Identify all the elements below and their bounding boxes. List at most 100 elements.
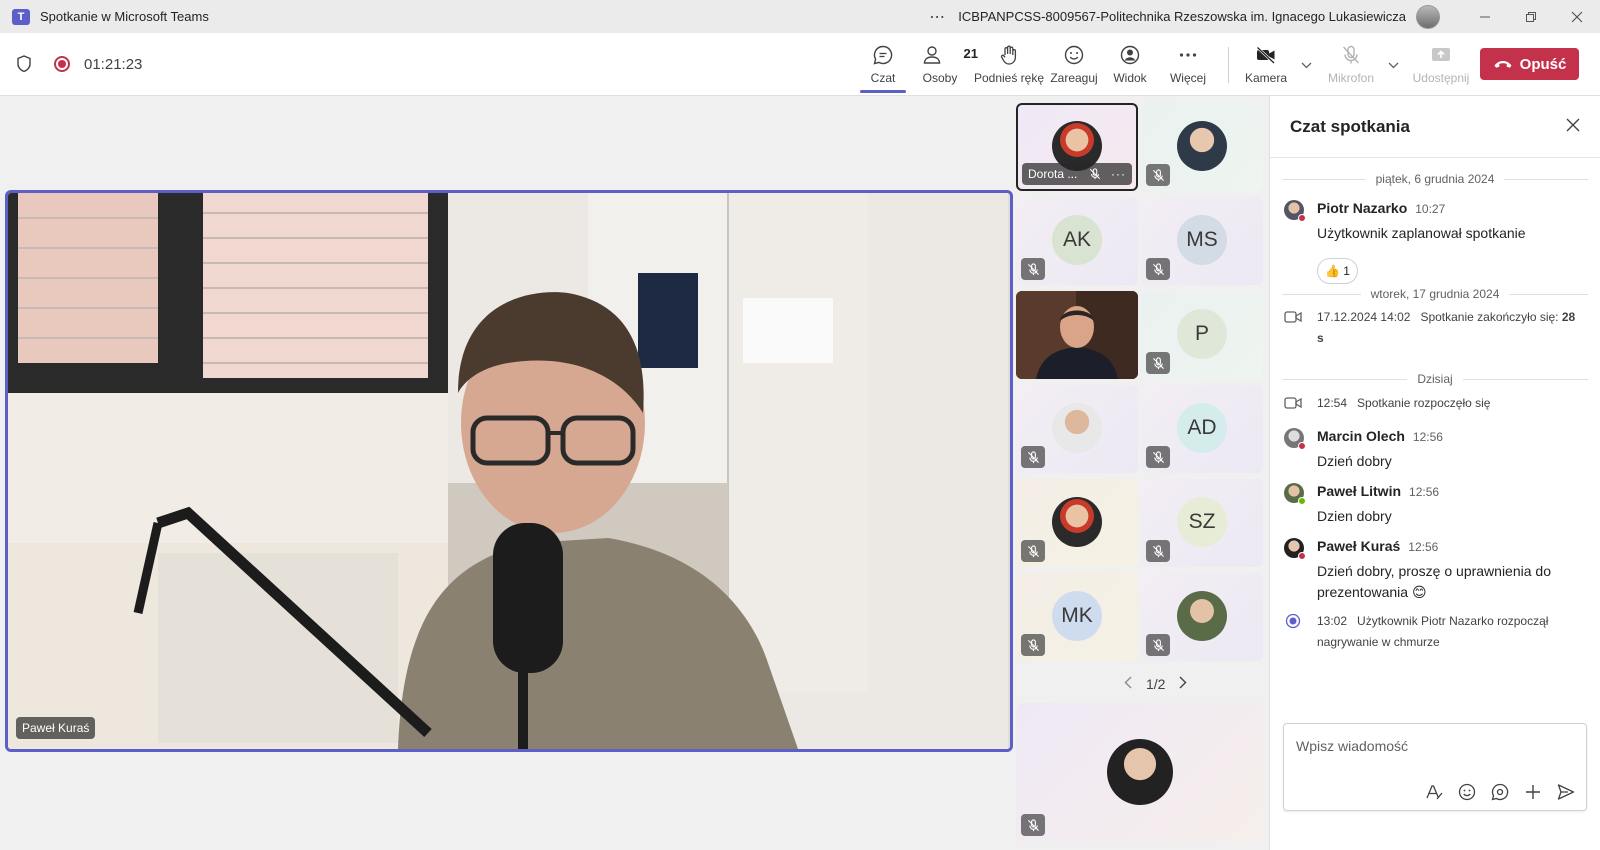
microphone-button[interactable]: Mikrofon [1322,33,1380,96]
more-button[interactable]: Więcej [1158,33,1218,96]
view-icon [1120,45,1140,65]
tile-more-icon[interactable]: ··· [1111,167,1126,181]
people-icon [923,46,941,64]
meeting-chat-panel: Czat spotkania piątek, 6 grudnia 2024 Pi… [1269,96,1600,850]
more-label: Więcej [1169,71,1206,85]
previous-page-icon[interactable] [1124,676,1132,692]
teams-logo-icon: T [12,8,30,25]
date-divider: Dzisiaj [1282,372,1588,386]
mic-off-badge [1021,634,1045,656]
close-window-button[interactable] [1554,0,1600,33]
raise-hand-button[interactable]: Podnieś rękę [972,33,1046,96]
participant-tile[interactable]: Dorota ... ··· [1016,103,1138,191]
chat-title: Czat spotkania [1290,116,1410,136]
recording-indicator-icon [54,56,70,72]
message-input[interactable]: Wpisz wiadomość [1296,738,1408,754]
mic-off-badge [1146,540,1170,562]
message-time: 12:56 [1412,430,1443,444]
participant-tile[interactable]: AK [1016,197,1138,285]
self-video-tile[interactable] [1016,703,1263,841]
mic-off-badge [1146,446,1170,468]
leave-button[interactable]: Opuść [1480,48,1579,80]
participant-tile[interactable] [1016,385,1138,473]
chat-icon [873,45,893,65]
chat-button[interactable]: Czat [858,33,908,96]
microphone-off-icon [1342,45,1360,64]
system-time: 13:02 [1317,614,1348,628]
participant-tile[interactable] [1141,573,1263,661]
message-time: 12:56 [1409,485,1440,499]
close-chat-button[interactable] [1566,115,1580,138]
mic-off-badge [1146,352,1170,374]
reaction-badge[interactable]: 👍 1 [1317,258,1358,284]
presence-available-icon [1298,497,1306,505]
participant-tile[interactable] [1141,103,1263,191]
microphone-options-chevron-icon[interactable] [1388,58,1399,72]
speaker-name-tag: Paweł Kuraś [16,717,96,739]
participant-tile[interactable]: MS [1141,197,1263,285]
leave-label: Opuść [1519,55,1567,73]
participant-initials: P [1177,309,1227,359]
mic-off-icon [1027,818,1039,831]
mic-off-badge [1021,814,1045,836]
user-avatar[interactable] [1416,4,1440,29]
minimize-button[interactable] [1462,0,1508,33]
participant-tile[interactable]: P [1141,291,1263,379]
camera-label: Kamera [1244,71,1288,85]
participant-avatar [1177,591,1227,641]
main-speaker-video[interactable]: Paweł Kuraś [5,190,1013,752]
minimize-icon [1480,16,1490,17]
shield-icon[interactable] [16,55,32,73]
camera-button[interactable]: Kamera [1239,33,1293,96]
participant-tile[interactable]: SZ [1141,479,1263,567]
share-label: Udostępnij [1412,71,1470,85]
message-text: Dzień dobry [1317,453,1392,469]
organization-name: ICBPANPCSS-8009567-Politechnika Rzeszows… [958,9,1406,24]
share-button[interactable]: Udostępnij [1409,33,1473,96]
loop-icon[interactable] [1490,782,1510,802]
react-label: Zareaguj [1050,71,1098,85]
format-icon[interactable] [1424,782,1444,802]
gallery-pager: 1/2 [1110,676,1201,692]
view-button[interactable]: Widok [1102,33,1158,96]
compose-toolbar [1411,782,1576,802]
system-time: 12:54 [1317,396,1348,410]
system-text: Użytkownik Piotr Nazarko rozpoczął nagry… [1317,614,1549,649]
toolbar-divider [1228,46,1229,83]
send-icon[interactable] [1556,782,1576,802]
camera-options-chevron-icon[interactable] [1301,58,1312,72]
presence-busy-icon [1298,552,1306,560]
message-compose-box[interactable]: Wpisz wiadomość [1283,723,1587,811]
restore-button[interactable] [1508,0,1554,33]
message-text: Dzień dobry, proszę o uprawnienia do pre… [1317,563,1551,600]
mic-off-icon [1152,450,1164,463]
close-icon [1566,118,1580,132]
participant-tile[interactable]: AD [1141,385,1263,473]
more-options-icon[interactable]: ⋯ [929,7,946,27]
mic-off-icon [1089,168,1101,180]
title-bar: T Spotkanie w Microsoft Teams ⋯ ICBPANPC… [0,0,1600,33]
message-time: 12:56 [1408,540,1439,554]
recording-icon [1285,613,1301,629]
mic-off-icon [1027,638,1039,651]
window-title: Spotkanie w Microsoft Teams [40,9,209,24]
close-icon [1571,11,1583,22]
react-button[interactable]: Zareaguj [1046,33,1102,96]
people-button[interactable]: 21 Osoby [908,33,978,96]
next-page-icon[interactable] [1179,676,1187,692]
presence-busy-icon [1298,214,1306,222]
add-icon[interactable] [1523,782,1543,802]
participant-video-tile[interactable] [1016,291,1138,379]
date-divider: piątek, 6 grudnia 2024 [1282,172,1588,186]
participant-initials: AK [1052,215,1102,265]
raise-hand-label: Podnieś rękę [973,71,1045,85]
video-camera-icon [1284,311,1302,323]
mic-off-icon [1027,544,1039,557]
participant-tile[interactable] [1016,479,1138,567]
message-author: Paweł Kuraś 12:56 [1317,538,1439,554]
date-label: wtorek, 17 grudnia 2024 [1370,287,1500,301]
emoji-icon[interactable] [1457,782,1477,802]
mic-off-icon [1152,638,1164,651]
page-indicator: 1/2 [1146,676,1166,692]
participant-tile[interactable]: MK [1016,573,1138,661]
